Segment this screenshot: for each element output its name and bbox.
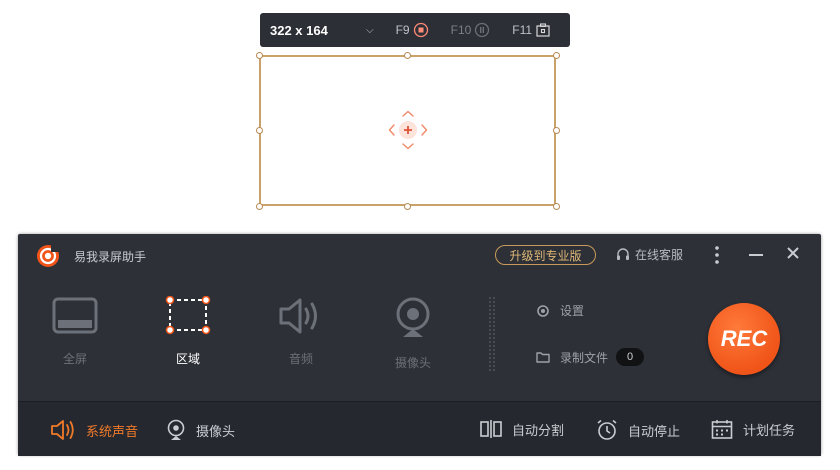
camera-toggle[interactable]: 摄像头 xyxy=(166,419,235,441)
hotkey-f9-label: F9 xyxy=(395,23,410,37)
hotkey-f9-stop[interactable]: F9 xyxy=(396,22,429,38)
hotkey-f11-screenshot[interactable]: F11 xyxy=(512,22,551,38)
monitor-icon xyxy=(52,297,98,334)
speaker-icon xyxy=(279,298,317,334)
resize-handle-tl[interactable] xyxy=(256,52,263,59)
recorded-files-button[interactable]: 录制文件 0 xyxy=(536,348,645,366)
bottom-toolbar: 系统声音 摄像头 自动分割 自动停止 计划任务 xyxy=(18,401,821,456)
system-sound-toggle[interactable]: 系统声音 xyxy=(50,419,138,441)
resize-handle-bc[interactable] xyxy=(404,203,411,210)
resize-handle-tr[interactable] xyxy=(553,52,560,59)
minimize-icon[interactable] xyxy=(749,254,763,256)
resize-handle-ml[interactable] xyxy=(256,127,263,134)
selection-size-display[interactable]: 322 x 164 xyxy=(270,23,350,38)
settings-button[interactable]: 设置 xyxy=(536,302,584,319)
camera-label: 摄像头 xyxy=(196,424,236,440)
settings-label: 设置 xyxy=(560,304,585,318)
more-options-icon[interactable] xyxy=(714,245,720,265)
mode-region-label: 区域 xyxy=(175,352,200,366)
mode-audio[interactable]: 音频 xyxy=(256,296,346,367)
resize-handle-mr[interactable] xyxy=(553,127,560,134)
speaker-icon xyxy=(51,420,74,440)
schedule-task-button[interactable]: 计划任务 xyxy=(711,419,795,439)
move-icon[interactable] xyxy=(388,110,428,150)
webcam-icon xyxy=(396,297,430,337)
auto-stop-label: 自动停止 xyxy=(628,424,681,440)
upgrade-button[interactable]: 升级到专业版 xyxy=(495,245,596,265)
title-bar: 易我录屏助手 升级到专业版 在线客服 xyxy=(18,234,821,278)
folder-icon xyxy=(536,352,550,363)
app-title: 易我录屏助手 xyxy=(74,250,147,264)
headset-icon xyxy=(617,247,629,260)
alarm-clock-icon xyxy=(597,419,617,440)
screenshot-icon xyxy=(536,23,550,37)
resize-handle-br[interactable] xyxy=(553,203,560,210)
mode-fullscreen-label: 全屏 xyxy=(62,352,87,366)
resize-handle-bl[interactable] xyxy=(256,203,263,210)
pause-icon xyxy=(475,22,490,38)
rec-button[interactable]: REC xyxy=(708,303,780,375)
region-select-icon xyxy=(165,295,211,335)
mode-webcam-label: 摄像头 xyxy=(394,356,431,370)
auto-split-button[interactable]: 自动分割 xyxy=(480,419,564,439)
schedule-task-label: 计划任务 xyxy=(743,423,796,439)
support-label: 在线客服 xyxy=(635,248,684,262)
file-count-badge: 0 xyxy=(616,348,645,366)
app-logo-icon xyxy=(37,245,60,267)
stop-record-icon xyxy=(413,22,428,38)
selection-toolbar: 322 x 164 ⌵ F9 F10 F11 xyxy=(260,13,570,47)
calendar-icon xyxy=(711,420,733,439)
webcam-icon xyxy=(167,419,185,440)
divider-dots xyxy=(488,296,496,372)
system-sound-label: 系统声音 xyxy=(86,424,139,440)
mode-fullscreen[interactable]: 全屏 xyxy=(30,296,120,367)
split-icon xyxy=(480,420,502,438)
recorded-files-label: 录制文件 xyxy=(560,350,609,365)
resize-handle-tc[interactable] xyxy=(404,52,411,59)
recorder-panel: 易我录屏助手 升级到专业版 在线客服 全屏 区域 音频 摄像头 设置 录制文件 … xyxy=(18,234,821,456)
online-support-button[interactable]: 在线客服 xyxy=(615,246,683,263)
mode-audio-label: 音频 xyxy=(288,352,313,366)
auto-stop-button[interactable]: 自动停止 xyxy=(596,419,680,441)
hotkey-f10-label: F10 xyxy=(450,23,472,37)
auto-split-label: 自动分割 xyxy=(512,423,565,439)
gear-icon xyxy=(537,304,549,317)
hotkey-f10-pause[interactable]: F10 xyxy=(451,22,491,38)
hotkey-f11-label: F11 xyxy=(512,23,533,37)
chevron-down-icon[interactable]: ⌵ xyxy=(366,25,374,36)
close-icon[interactable] xyxy=(786,246,800,260)
mode-webcam[interactable]: 摄像头 xyxy=(368,296,458,371)
mode-region[interactable]: 区域 xyxy=(143,295,233,367)
